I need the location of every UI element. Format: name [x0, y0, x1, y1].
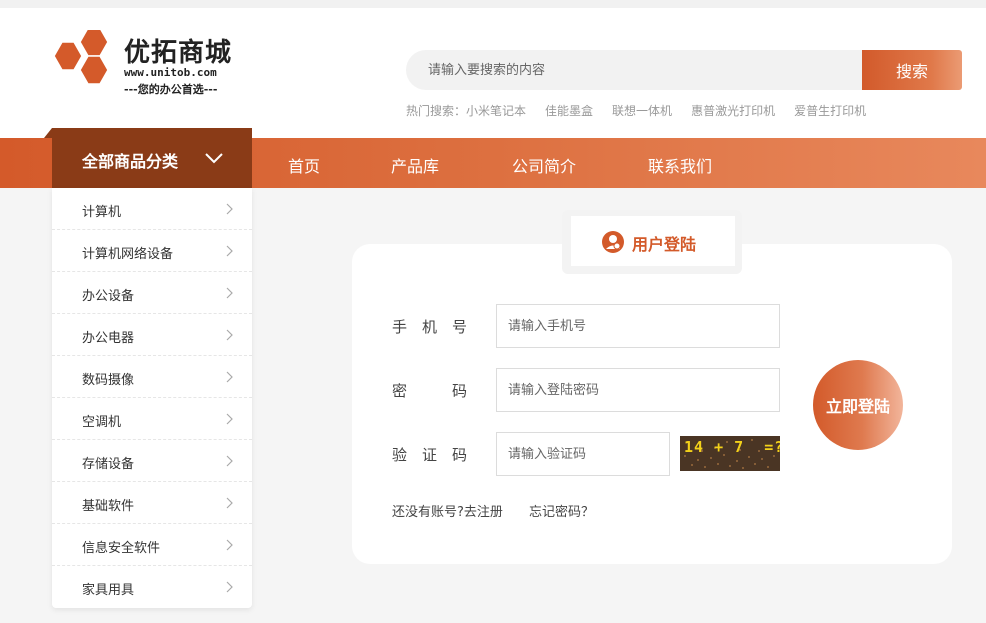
captcha-text: 14 + 7 =?	[684, 438, 780, 456]
phone-label: 手 机 号	[392, 318, 468, 336]
sidebar-item-label: 基础软件	[82, 499, 135, 514]
login-title: 用户登陆	[632, 235, 697, 254]
chevron-right-icon	[226, 539, 233, 551]
sidebar-item-label: 空调机	[82, 415, 122, 430]
phone-field[interactable]	[496, 304, 780, 348]
hot-search-term[interactable]: 爱普生打印机	[794, 104, 866, 118]
sidebar-item-air-conditioner[interactable]: 空调机	[52, 398, 252, 440]
captcha-field[interactable]	[496, 432, 670, 476]
chevron-right-icon	[226, 455, 233, 467]
nav-about[interactable]: 公司简介	[512, 153, 576, 177]
sidebar-item-network[interactable]: 计算机网络设备	[52, 230, 252, 272]
hot-search-term[interactable]: 小米笔记本	[466, 104, 526, 118]
hexagon-logo-icon	[53, 30, 109, 85]
sidebar-item-software[interactable]: 基础软件	[52, 482, 252, 524]
hot-search-term[interactable]: 联想一体机	[612, 104, 672, 118]
sidebar-item-camera[interactable]: 数码摄像	[52, 356, 252, 398]
hot-search-term[interactable]: 惠普激光打印机	[691, 104, 775, 118]
chevron-right-icon	[226, 287, 233, 299]
sidebar-item-office-appliances[interactable]: 办公电器	[52, 314, 252, 356]
sidebar-item-label: 计算机网络设备	[82, 247, 174, 262]
hot-search-term[interactable]: 佳能墨盒	[545, 104, 593, 118]
site-logo[interactable]: 优拓商城 www.unitob.com ---您的办公首选---	[52, 30, 242, 100]
sidebar-item-security-software[interactable]: 信息安全软件	[52, 524, 252, 566]
chevron-right-icon	[226, 413, 233, 425]
chevron-down-icon	[205, 153, 223, 164]
top-strip	[0, 0, 986, 8]
forgot-password-link[interactable]: 忘记密码？	[529, 501, 594, 520]
logo-slogan: ---您的办公首选---	[124, 83, 218, 96]
chevron-right-icon	[226, 329, 233, 341]
sidebar-item-label: 家具用具	[82, 583, 135, 598]
search-box	[406, 50, 862, 90]
password-label: 密 码	[392, 382, 468, 400]
nav-products[interactable]: 产品库	[391, 153, 439, 177]
chevron-right-icon	[226, 371, 233, 383]
all-categories-tab[interactable]: 全部商品分类	[44, 128, 252, 188]
sidebar-item-label: 办公电器	[82, 331, 135, 346]
sidebar-item-label: 存储设备	[82, 457, 135, 472]
sidebar-item-office-equipment[interactable]: 办公设备	[52, 272, 252, 314]
logo-name: 优拓商城	[124, 38, 233, 68]
password-field[interactable]	[496, 368, 780, 412]
search-input[interactable]	[428, 50, 848, 90]
sidebar-item-label: 办公设备	[82, 289, 135, 304]
sidebar-item-label: 数码摄像	[82, 373, 135, 388]
search-button[interactable]: 搜索	[862, 50, 962, 90]
captcha-label: 验 证 码	[392, 446, 468, 464]
chevron-right-icon	[226, 245, 233, 257]
sidebar-item-storage[interactable]: 存储设备	[52, 440, 252, 482]
category-sidebar: 计算机 计算机网络设备 办公设备 办公电器 数码摄像 空调机 存储设备 基础软件…	[52, 188, 252, 608]
user-icon	[602, 231, 624, 253]
nav-contact[interactable]: 联系我们	[648, 153, 712, 177]
sidebar-item-label: 信息安全软件	[82, 541, 161, 556]
logo-url: www.unitob.com	[124, 66, 217, 79]
login-submit-button[interactable]: 立即登陆	[813, 360, 903, 450]
all-categories-label: 全部商品分类	[82, 152, 179, 171]
sidebar-item-furniture[interactable]: 家具用具	[52, 566, 252, 608]
nav-home[interactable]: 首页	[288, 153, 320, 177]
chevron-right-icon	[226, 581, 233, 593]
captcha-image[interactable]: 14 + 7 =?	[680, 436, 780, 471]
hot-search-label: 热门搜索：	[406, 104, 467, 118]
hot-search-row: 热门搜索：小米笔记本 佳能墨盒 联想一体机 惠普激光打印机 爱普生打印机	[406, 102, 885, 119]
sidebar-item-computer[interactable]: 计算机	[52, 188, 252, 230]
chevron-right-icon	[226, 203, 233, 215]
sidebar-item-label: 计算机	[82, 205, 122, 220]
chevron-right-icon	[226, 497, 233, 509]
register-link[interactable]: 还没有账号?去注册	[392, 501, 503, 520]
